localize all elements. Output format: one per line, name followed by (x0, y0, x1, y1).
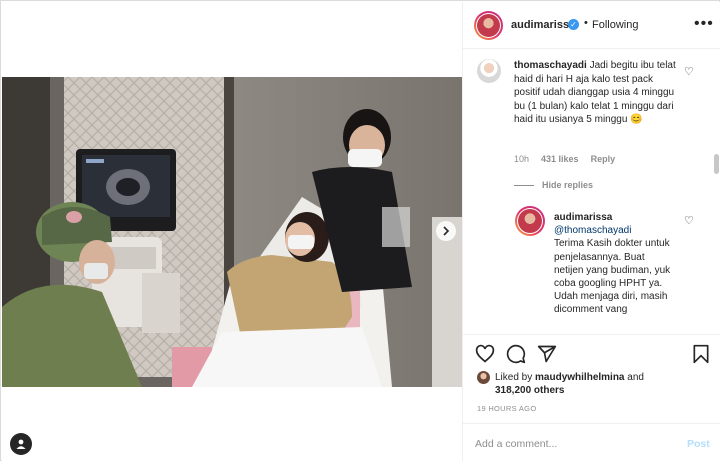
reply-text: Terima Kasih dokter untuk penjelasannya.… (554, 238, 671, 316)
like-heart-icon[interactable] (475, 344, 495, 364)
comments-list[interactable]: thomaschayadi Jadi begitu ibu telat haid… (463, 50, 720, 334)
liked-by-avatar[interactable] (477, 371, 490, 384)
user-tag-icon (16, 439, 26, 449)
post-side-pane: audimarissa ✓ • Following ••• thomaschay… (462, 2, 720, 461)
post-actions: Liked by maudywhilhelmina and 318,200 ot… (463, 334, 720, 461)
comments-scrollbar[interactable] (714, 154, 719, 174)
chevron-right-icon (443, 226, 450, 236)
reply-avatar[interactable] (515, 206, 545, 236)
instagram-post-frame: audimarissa ✓ • Following ••• thomaschay… (0, 0, 720, 461)
next-photo-button[interactable] (436, 221, 456, 241)
reply-avatar-image (518, 209, 542, 233)
author-username[interactable]: audimarissa (511, 19, 575, 31)
post-header: audimarissa ✓ • Following ••• (463, 2, 720, 49)
following-status[interactable]: Following (592, 19, 638, 31)
reply-mention-link[interactable]: @thomaschayadi (554, 225, 631, 236)
reply-username[interactable]: audimarissa (554, 212, 612, 223)
like-reply-heart-icon[interactable]: ♡ (684, 214, 694, 227)
post-timestamp[interactable]: 19 HOURS AGO (477, 404, 536, 413)
liked-by-username[interactable]: maudywhilhelmina (535, 372, 624, 383)
ultrasound-room-photo (2, 77, 462, 387)
comment-composer: Add a comment... Post (463, 423, 720, 461)
add-comment-input[interactable]: Add a comment... (475, 438, 557, 450)
comment-body: thomaschayadi Jadi begitu ibu telat haid… (514, 59, 679, 127)
more-options-icon[interactable]: ••• (694, 15, 714, 33)
comment-reply-button[interactable]: Reply (591, 154, 616, 164)
hide-replies-label: Hide replies (542, 180, 594, 190)
hide-replies-button[interactable]: Hide replies (514, 180, 593, 190)
hide-replies-line (514, 184, 534, 186)
liked-by-and: and (627, 372, 644, 383)
liked-by-others-count[interactable]: 318,200 others (495, 385, 565, 396)
comment-username[interactable]: thomaschayadi (514, 60, 587, 71)
comment-time: 10h (514, 154, 530, 164)
post-photo (2, 77, 462, 387)
comment-meta: 10h 431 likes Reply (514, 154, 615, 164)
post-comment-button[interactable]: Post (687, 438, 710, 450)
commenter-avatar[interactable] (477, 59, 501, 83)
save-bookmark-icon[interactable] (691, 344, 711, 364)
liked-by-text: Liked by maudywhilhelmina and 318,200 ot… (495, 371, 675, 397)
liked-by: Liked by maudywhilhelmina and 318,200 ot… (477, 371, 675, 397)
tagged-users-button[interactable] (10, 433, 32, 455)
share-paper-plane-icon[interactable] (537, 344, 557, 364)
reply-body: audimarissa @thomaschayadi Terima Kasih … (554, 211, 674, 317)
comment-likes[interactable]: 431 likes (541, 154, 579, 164)
liked-by-prefix: Liked by (495, 372, 533, 383)
header-separator: • (584, 17, 588, 29)
comment-bubble-icon[interactable] (506, 344, 526, 364)
author-avatar-image (477, 14, 500, 37)
author-avatar[interactable] (474, 11, 503, 40)
post-media-pane (2, 2, 462, 461)
verified-badge-icon: ✓ (568, 19, 579, 30)
like-comment-heart-icon[interactable]: ♡ (684, 65, 694, 78)
